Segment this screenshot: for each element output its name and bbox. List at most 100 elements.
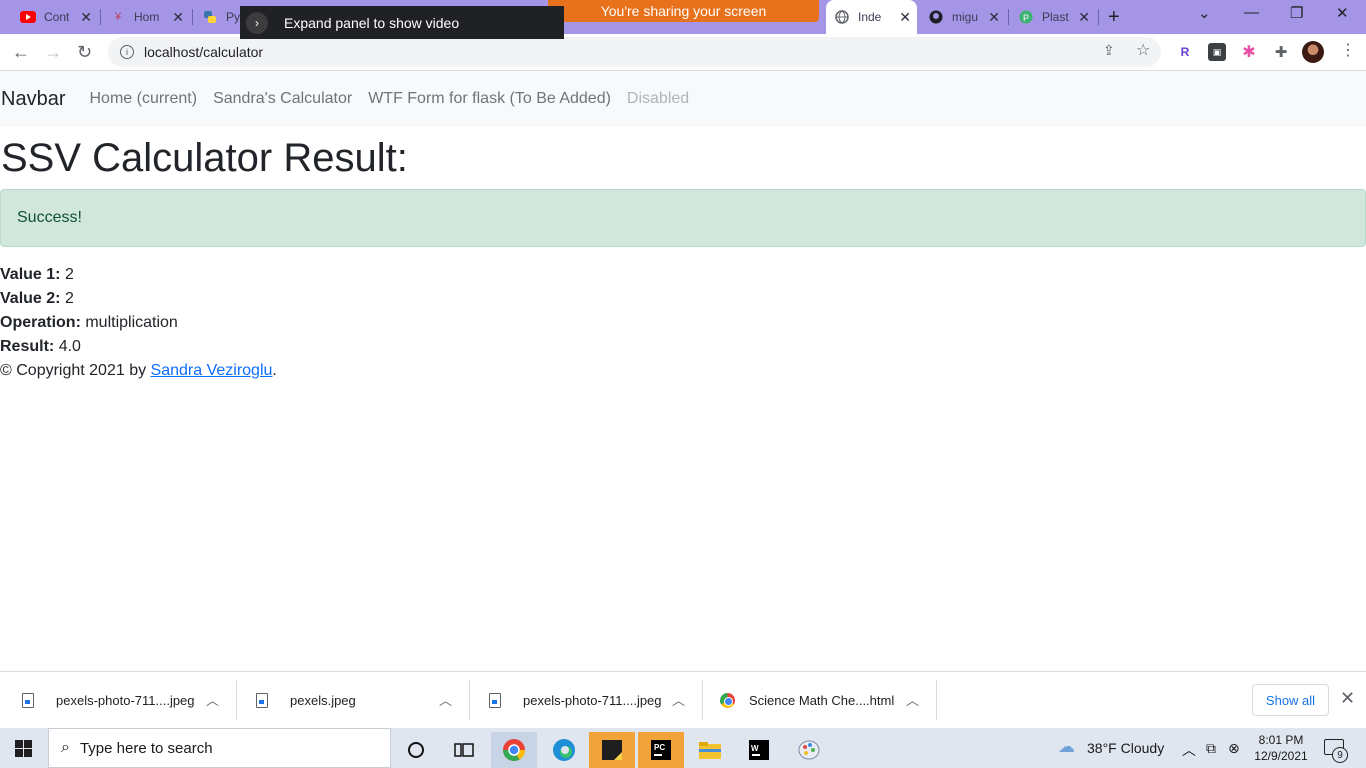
svg-text:P: P [1023, 13, 1029, 23]
taskbar-search-input[interactable]: ⌕ Type here to search [48, 728, 391, 768]
windows-taskbar: ⌕ Type here to search PC W ☁ 38°F Cloudy… [0, 728, 1366, 768]
alert-text: Success! [17, 209, 82, 226]
expand-panel-popup[interactable]: › Expand panel to show video [240, 6, 564, 39]
back-icon[interactable]: ← [12, 42, 30, 63]
nav-link-disabled: Disabled [626, 90, 690, 107]
paint-taskbar-icon[interactable] [786, 732, 832, 768]
close-tab-icon[interactable]: ✕ [80, 9, 92, 26]
chevron-up-icon[interactable]: ︿ [206, 690, 219, 709]
chevron-up-icon[interactable]: ︿ [439, 690, 452, 709]
profile-avatar[interactable] [1302, 41, 1324, 63]
chevron-up-icon[interactable]: ︿ [906, 690, 919, 709]
download-item[interactable]: pexels-photo-711....jpeg [489, 680, 662, 720]
bookmark-star-icon[interactable]: ☆ [1136, 40, 1150, 60]
task-view-icon[interactable] [441, 732, 487, 768]
weather-text[interactable]: 38°F Cloudy [1087, 740, 1164, 756]
webstorm-taskbar-icon[interactable]: W [736, 732, 782, 768]
close-tab-icon[interactable]: ✕ [172, 9, 184, 26]
reload-icon[interactable]: ↻ [77, 42, 92, 63]
close-window-icon[interactable]: ✕ [1336, 4, 1349, 22]
restore-icon[interactable]: ❐ [1290, 4, 1303, 22]
extensions-puzzle-icon[interactable]: ✚ [1272, 43, 1290, 61]
plastic-icon: P [1018, 9, 1034, 25]
address-bar[interactable]: i localhost/calculator [108, 37, 1161, 67]
download-filename: Science Math Che....html [749, 692, 895, 708]
success-alert: Success! [0, 189, 1366, 247]
browser-tab-active[interactable]: Inde ✕ [826, 0, 917, 34]
extension-r-icon[interactable]: R [1176, 43, 1194, 61]
minimize-icon[interactable]: — [1244, 4, 1259, 21]
value1-row: Value 1: 2 [0, 263, 1366, 287]
download-divider [469, 680, 470, 720]
browser-tab[interactable]: ¥ Hom ✕ [102, 4, 190, 30]
screen-sharing-banner: You're sharing your screen [548, 0, 819, 22]
weather-cloud-icon[interactable]: ☁ [1058, 737, 1075, 757]
search-icon: ⌕ [61, 739, 70, 756]
nav-link-wtf-form[interactable]: WTF Form for flask (To Be Added) [368, 90, 611, 108]
result-details: Value 1: 2 Value 2: 2 Operation: multipl… [0, 263, 1366, 383]
copyright-prefix: © Copyright 2021 by [0, 362, 151, 379]
chevron-up-icon[interactable]: ︿ [1182, 740, 1196, 760]
sticky-notes-taskbar-icon[interactable] [589, 732, 635, 768]
close-tab-icon[interactable]: ✕ [899, 9, 911, 26]
svg-text:W: W [751, 744, 759, 753]
close-tab-icon[interactable]: ✕ [988, 9, 1000, 26]
download-item[interactable]: pexels-photo-711....jpeg [22, 680, 195, 720]
download-item[interactable]: pexels.jpeg [256, 680, 356, 720]
site-icon: ¥ [114, 11, 122, 23]
image-file-icon [256, 692, 268, 708]
field-label: Result: [0, 338, 55, 355]
show-all-button[interactable]: Show all [1252, 684, 1329, 716]
navbar-brand[interactable]: Navbar [1, 88, 65, 111]
browser-tab[interactable]: Cont ✕ [12, 4, 98, 30]
download-divider [236, 680, 237, 720]
browser-tab[interactable]: P Plast ✕ [1010, 4, 1096, 30]
operation-row: Operation: multiplication [0, 311, 1366, 335]
edge-taskbar-icon[interactable] [541, 732, 587, 768]
download-divider [702, 680, 703, 720]
page-title: SSV Calculator Result: [1, 136, 408, 180]
field-value: 4.0 [58, 338, 81, 355]
tab-divider [1098, 9, 1099, 25]
file-explorer-taskbar-icon[interactable] [687, 732, 733, 768]
close-shelf-icon[interactable]: ✕ [1340, 688, 1355, 709]
address-url[interactable]: localhost/calculator [144, 44, 263, 60]
site-navbar: Navbar Home (current) Sandra's Calculato… [0, 71, 1366, 127]
browser-toolbar: ← → ↻ i localhost/calculator ⇪ ☆ R ▣ ✱ ✚… [0, 34, 1366, 71]
pycharm-taskbar-icon[interactable]: PC [638, 732, 684, 768]
tab-search-icon[interactable]: ⌄ [1198, 4, 1211, 22]
network-error-icon[interactable]: ⊗ [1228, 740, 1240, 757]
download-filename: pexels.jpeg [290, 692, 356, 708]
download-divider [936, 680, 937, 720]
notification-count-badge: 9 [1332, 747, 1348, 763]
downloads-shelf: pexels-photo-711....jpeg ︿ pexels.jpeg ︿… [0, 671, 1366, 728]
windows-start-icon[interactable] [15, 740, 32, 757]
close-tab-icon[interactable]: ✕ [1078, 9, 1090, 26]
share-icon[interactable]: ⇪ [1103, 42, 1115, 59]
extension-media-icon[interactable]: ▣ [1208, 43, 1226, 61]
search-placeholder: Type here to search [79, 739, 213, 757]
github-icon [928, 9, 944, 25]
download-item[interactable]: Science Math Che....html [720, 680, 894, 720]
extension-star-icon[interactable]: ✱ [1240, 43, 1258, 61]
nav-link-calculator[interactable]: Sandra's Calculator [213, 90, 352, 108]
taskbar-clock[interactable]: 8:01 PM 12/9/2021 [1254, 732, 1308, 764]
chrome-taskbar-icon[interactable] [491, 732, 537, 768]
nav-link-home[interactable]: Home (current) [89, 90, 197, 108]
cortana-icon[interactable] [393, 732, 439, 768]
chevron-up-icon[interactable]: ︿ [672, 690, 685, 709]
browser-tab[interactable]: migu ✕ [920, 4, 1006, 30]
author-link[interactable]: Sandra Veziroglu [151, 362, 273, 379]
image-file-icon [489, 692, 501, 708]
browser-menu-icon[interactable]: ⋮ [1340, 40, 1356, 60]
new-tab-button[interactable]: + [1108, 6, 1120, 29]
site-info-icon[interactable]: i [120, 45, 134, 59]
forward-icon[interactable]: → [44, 42, 62, 63]
meet-now-icon[interactable]: ⧉ [1206, 740, 1216, 757]
browser-tab[interactable]: Py [194, 4, 240, 30]
svg-text:PC: PC [654, 743, 665, 752]
tab-divider [192, 9, 193, 25]
field-value: 2 [64, 266, 74, 283]
field-value: 2 [64, 290, 74, 307]
chevron-right-icon[interactable]: › [246, 11, 268, 34]
